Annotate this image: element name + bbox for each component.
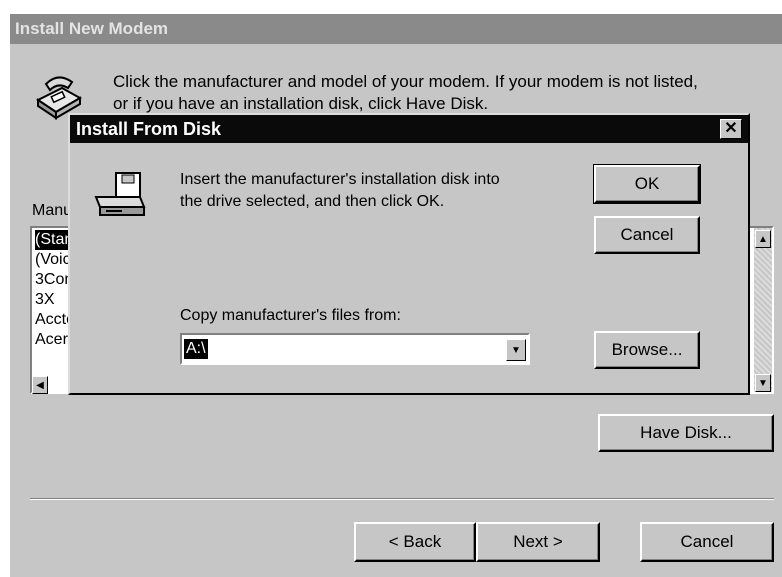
disk-drive-icon	[92, 169, 148, 219]
browse-label: Browse...	[611, 340, 683, 359]
dialog-message-line-2: the drive selected, and then click OK.	[180, 193, 445, 210]
dialog-message-line-1: Insert the manufacturer's installation d…	[180, 171, 500, 188]
dialog-title: Install From Disk	[70, 115, 748, 143]
models-scroll-down-button[interactable]: ▼	[755, 374, 771, 392]
next-label: Next >	[513, 532, 563, 551]
have-disk-label: Have Disk...	[640, 423, 732, 442]
instruction-line-1: Click the manufacturer and model of your…	[113, 72, 698, 91]
ok-label: OK	[634, 174, 660, 193]
back-button[interactable]: < Back	[354, 522, 476, 562]
window-title: Install New Modem	[10, 14, 782, 44]
instruction-line-2: or if you have an installation disk, cli…	[113, 94, 489, 113]
list-item[interactable]: 3X	[35, 290, 55, 310]
models-scrollbar-track[interactable]	[754, 228, 772, 392]
models-scroll-up-button[interactable]: ▲	[755, 230, 771, 248]
list-scroll-left-button[interactable]: ◀	[32, 376, 48, 394]
cancel-button[interactable]: Cancel	[640, 522, 774, 562]
dialog-cancel-button[interactable]: Cancel	[594, 216, 700, 254]
close-icon[interactable]: ✕	[720, 119, 742, 139]
install-from-disk-dialog: Install From Disk ✕ Insert the manufactu…	[68, 113, 750, 395]
copy-from-combobox[interactable]: A:\ ▼	[180, 333, 530, 365]
chevron-down-icon[interactable]: ▼	[506, 339, 526, 361]
back-label: < Back	[388, 532, 442, 551]
next-button[interactable]: Next >	[476, 522, 600, 562]
ok-button[interactable]: OK	[593, 164, 701, 204]
browse-button[interactable]: Browse...	[594, 331, 700, 369]
have-disk-button[interactable]: Have Disk...	[598, 414, 774, 452]
path-input[interactable]: A:\	[184, 339, 208, 359]
separator	[30, 498, 774, 500]
list-item[interactable]: Acer	[35, 330, 68, 350]
copy-from-label: Copy manufacturer's files from:	[180, 307, 401, 324]
dialog-cancel-label: Cancel	[620, 225, 674, 244]
cancel-label: Cancel	[680, 532, 734, 551]
